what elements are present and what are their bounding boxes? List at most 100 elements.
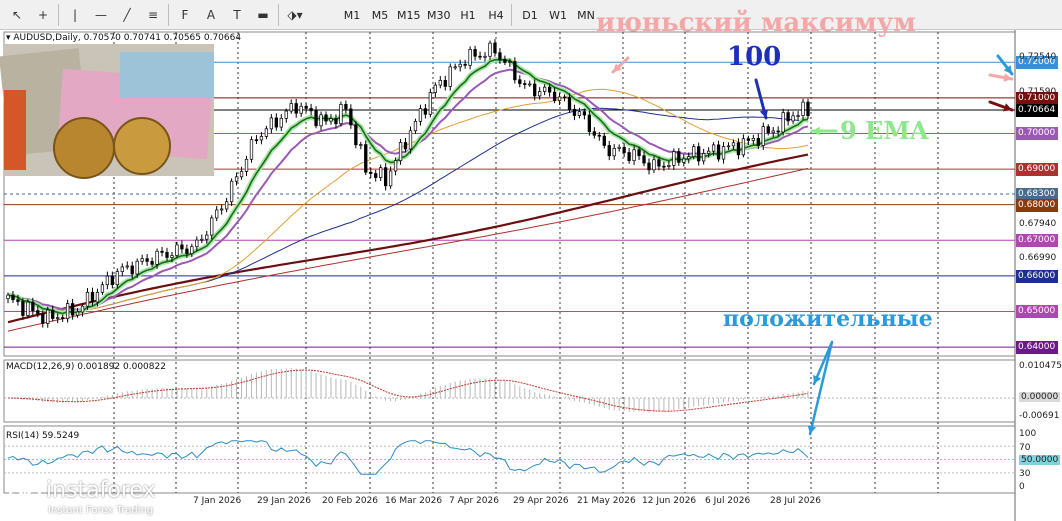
candle[interactable]	[289, 103, 293, 112]
candle[interactable]	[234, 176, 239, 182]
candle[interactable]	[682, 158, 686, 163]
candle[interactable]	[36, 310, 40, 315]
candle[interactable]	[190, 246, 194, 255]
candle[interactable]	[314, 110, 318, 127]
candle[interactable]	[547, 86, 552, 93]
candle[interactable]	[65, 303, 70, 319]
candle[interactable]	[180, 244, 184, 250]
price-chart[interactable]	[0, 30, 1062, 521]
candle[interactable]	[607, 145, 611, 157]
candle[interactable]	[577, 111, 582, 116]
candle[interactable]	[612, 148, 616, 157]
candle[interactable]	[572, 108, 577, 116]
candle[interactable]	[418, 108, 423, 122]
candle[interactable]	[135, 260, 139, 275]
candle[interactable]	[249, 139, 254, 160]
candle[interactable]	[478, 55, 482, 58]
candle[interactable]	[433, 84, 437, 93]
candle[interactable]	[692, 146, 696, 158]
candle[interactable]	[622, 146, 626, 153]
candle[interactable]	[746, 138, 751, 141]
candle[interactable]	[533, 83, 537, 97]
candle[interactable]	[423, 108, 428, 115]
candle[interactable]	[781, 112, 785, 133]
candle[interactable]	[687, 156, 691, 160]
candle[interactable]	[354, 124, 358, 146]
candle[interactable]	[51, 309, 55, 319]
candle[interactable]	[210, 217, 214, 236]
candle[interactable]	[791, 115, 795, 122]
candle[interactable]	[140, 258, 144, 262]
timeframe-d1[interactable]: D1	[519, 4, 541, 26]
candle[interactable]	[344, 103, 348, 110]
label-icon[interactable]: T	[226, 4, 248, 26]
candle[interactable]	[269, 117, 274, 130]
candle[interactable]	[374, 173, 378, 178]
candle[interactable]	[16, 299, 20, 302]
candle[interactable]	[120, 266, 124, 272]
timeframe-m15[interactable]: M15	[397, 4, 421, 26]
candle[interactable]	[115, 271, 119, 286]
candle[interactable]	[627, 152, 631, 161]
candle[interactable]	[195, 239, 199, 248]
candle[interactable]	[523, 83, 527, 85]
candle[interactable]	[100, 284, 105, 293]
candle[interactable]	[736, 142, 741, 156]
candle[interactable]	[85, 291, 90, 307]
candle[interactable]	[304, 105, 308, 109]
candle[interactable]	[657, 159, 661, 167]
candle[interactable]	[324, 114, 328, 122]
candle[interactable]	[155, 250, 159, 265]
candle[interactable]	[239, 171, 244, 178]
candle[interactable]	[31, 301, 35, 311]
candle[interactable]	[145, 258, 149, 262]
candle[interactable]	[264, 128, 269, 137]
candle[interactable]	[617, 146, 621, 149]
candle[interactable]	[105, 275, 110, 286]
candle[interactable]	[254, 139, 259, 142]
trendline-icon[interactable]: ╱	[116, 4, 138, 26]
candle[interactable]	[453, 66, 457, 69]
candle[interactable]	[70, 303, 75, 316]
candle[interactable]	[662, 165, 666, 168]
candle[interactable]	[200, 238, 204, 241]
timeframe-m30[interactable]: M30	[427, 4, 451, 26]
candle[interactable]	[408, 130, 413, 150]
candle[interactable]	[130, 265, 134, 275]
candle[interactable]	[334, 118, 338, 125]
candle[interactable]	[26, 301, 30, 316]
timeframe-w1[interactable]: W1	[547, 4, 569, 26]
candle[interactable]	[56, 317, 60, 319]
candle[interactable]	[806, 101, 810, 117]
candle[interactable]	[160, 250, 164, 253]
candle[interactable]	[110, 275, 114, 286]
candle[interactable]	[95, 291, 100, 303]
timeframe-m1[interactable]: M1	[341, 4, 363, 26]
candle[interactable]	[205, 234, 209, 240]
timeframe-h4[interactable]: H4	[485, 4, 507, 26]
candle[interactable]	[637, 149, 641, 157]
candle[interactable]	[503, 59, 507, 63]
timeframe-h1[interactable]: H1	[457, 4, 479, 26]
candle[interactable]	[170, 255, 174, 258]
candle[interactable]	[518, 79, 522, 84]
candle[interactable]	[557, 96, 562, 101]
candle[interactable]	[90, 291, 95, 303]
candle[interactable]	[6, 294, 10, 300]
candle[interactable]	[438, 79, 442, 86]
candle[interactable]	[229, 180, 234, 203]
candle[interactable]	[751, 138, 755, 141]
candle[interactable]	[21, 301, 25, 316]
candle[interactable]	[731, 142, 736, 147]
vertical-line-icon[interactable]: |	[64, 4, 86, 26]
candle[interactable]	[642, 155, 646, 164]
candle[interactable]	[185, 248, 189, 255]
channel-icon[interactable]: ≡	[142, 4, 164, 26]
candle[interactable]	[388, 170, 393, 187]
timeframe-mn[interactable]: MN	[575, 4, 597, 26]
candle[interactable]	[349, 108, 353, 126]
candle[interactable]	[741, 138, 746, 156]
candle[interactable]	[383, 167, 388, 187]
candle[interactable]	[468, 49, 472, 66]
candle[interactable]	[379, 167, 383, 178]
